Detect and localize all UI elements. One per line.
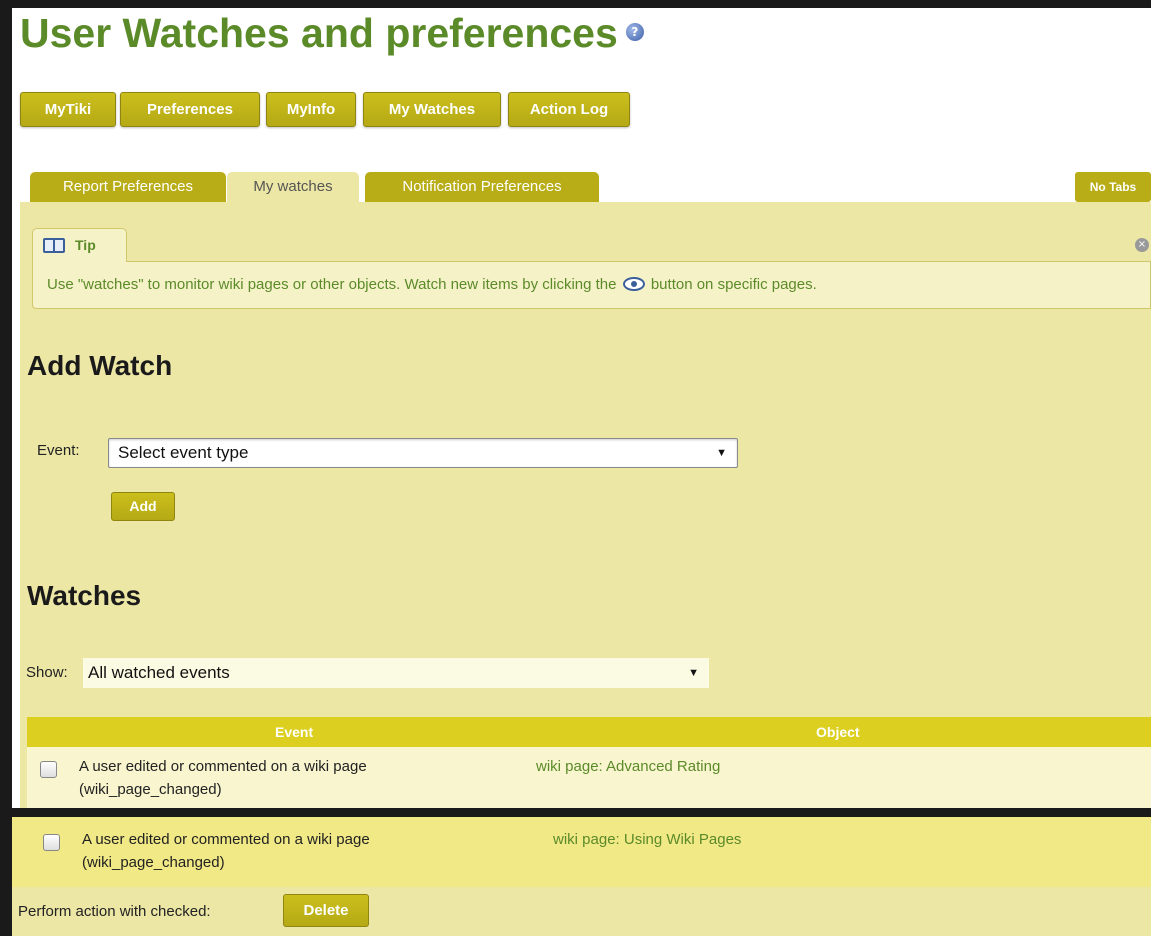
show-label: Show: (26, 664, 68, 681)
tip-text: Use "watches" to monitor wiki pages or o… (47, 275, 817, 293)
my-watches-panel: Tip × Use "watches" to monitor wiki page… (20, 202, 1151, 808)
row-object-link[interactable]: wiki page: Advanced Rating (536, 758, 720, 775)
tab-notification-preferences[interactable]: Notification Preferences (365, 172, 599, 202)
page-bottom-region: A user edited or commented on a wiki pag… (12, 817, 1151, 936)
preferences-button[interactable]: Preferences (120, 92, 260, 127)
tip-text-after: button on specific pages. (650, 276, 817, 293)
page-title-text: User Watches and preferences (20, 10, 618, 56)
event-label: Event: (37, 442, 80, 459)
dropdown-arrow-icon: ▼ (716, 447, 727, 459)
row-event-description: A user edited or commented on a wiki pag… (79, 758, 367, 775)
show-filter-select[interactable]: All watched events ▼ (83, 658, 709, 688)
row-event-code: (wiki_page_changed) (82, 854, 225, 871)
tab-my-watches[interactable]: My watches (227, 172, 359, 202)
add-watch-heading: Add Watch (27, 350, 173, 381)
page-title: User Watches and preferences? (20, 10, 644, 57)
watches-table-header: Event Object (27, 717, 1151, 747)
perform-action-label: Perform action with checked: (18, 903, 211, 920)
watches-heading: Watches (27, 580, 142, 611)
row-checkbox[interactable] (43, 834, 60, 851)
tab-report-preferences[interactable]: Report Preferences (30, 172, 226, 202)
action-log-button[interactable]: Action Log (508, 92, 630, 127)
row-event: A user edited or commented on a wiki pag… (82, 828, 370, 874)
show-filter-value: All watched events (88, 663, 230, 682)
tip-text-before: Use "watches" to monitor wiki pages or o… (47, 276, 617, 293)
row-checkbox[interactable] (40, 761, 57, 778)
eye-icon (622, 277, 645, 291)
row-event-description: A user edited or commented on a wiki pag… (82, 831, 370, 848)
page-top-region: User Watches and preferences? MyTiki Pre… (12, 8, 1151, 808)
tip-header: Tip (32, 228, 127, 262)
table-row: A user edited or commented on a wiki pag… (12, 817, 1151, 887)
column-event: Event (275, 724, 314, 740)
book-icon (43, 238, 65, 253)
my-watches-button[interactable]: My Watches (363, 92, 501, 127)
help-icon[interactable]: ? (625, 23, 644, 42)
close-icon[interactable]: × (1135, 238, 1149, 252)
column-object: Object (816, 724, 860, 740)
no-tabs-button[interactable]: No Tabs (1075, 172, 1151, 202)
tip-box: Use "watches" to monitor wiki pages or o… (32, 261, 1151, 309)
myinfo-button[interactable]: MyInfo (266, 92, 356, 127)
delete-button[interactable]: Delete (283, 894, 369, 927)
row-event-code: (wiki_page_changed) (79, 781, 222, 798)
mytiki-button[interactable]: MyTiki (20, 92, 116, 127)
row-object-link[interactable]: wiki page: Using Wiki Pages (553, 831, 741, 848)
tip-label: Tip (75, 237, 96, 253)
event-type-value: Select event type (118, 443, 249, 462)
add-button[interactable]: Add (111, 492, 175, 521)
dropdown-arrow-icon: ▼ (688, 667, 699, 679)
row-event: A user edited or commented on a wiki pag… (79, 755, 367, 801)
event-type-select[interactable]: Select event type ▼ (108, 438, 738, 468)
table-row: A user edited or commented on a wiki pag… (27, 747, 1151, 808)
